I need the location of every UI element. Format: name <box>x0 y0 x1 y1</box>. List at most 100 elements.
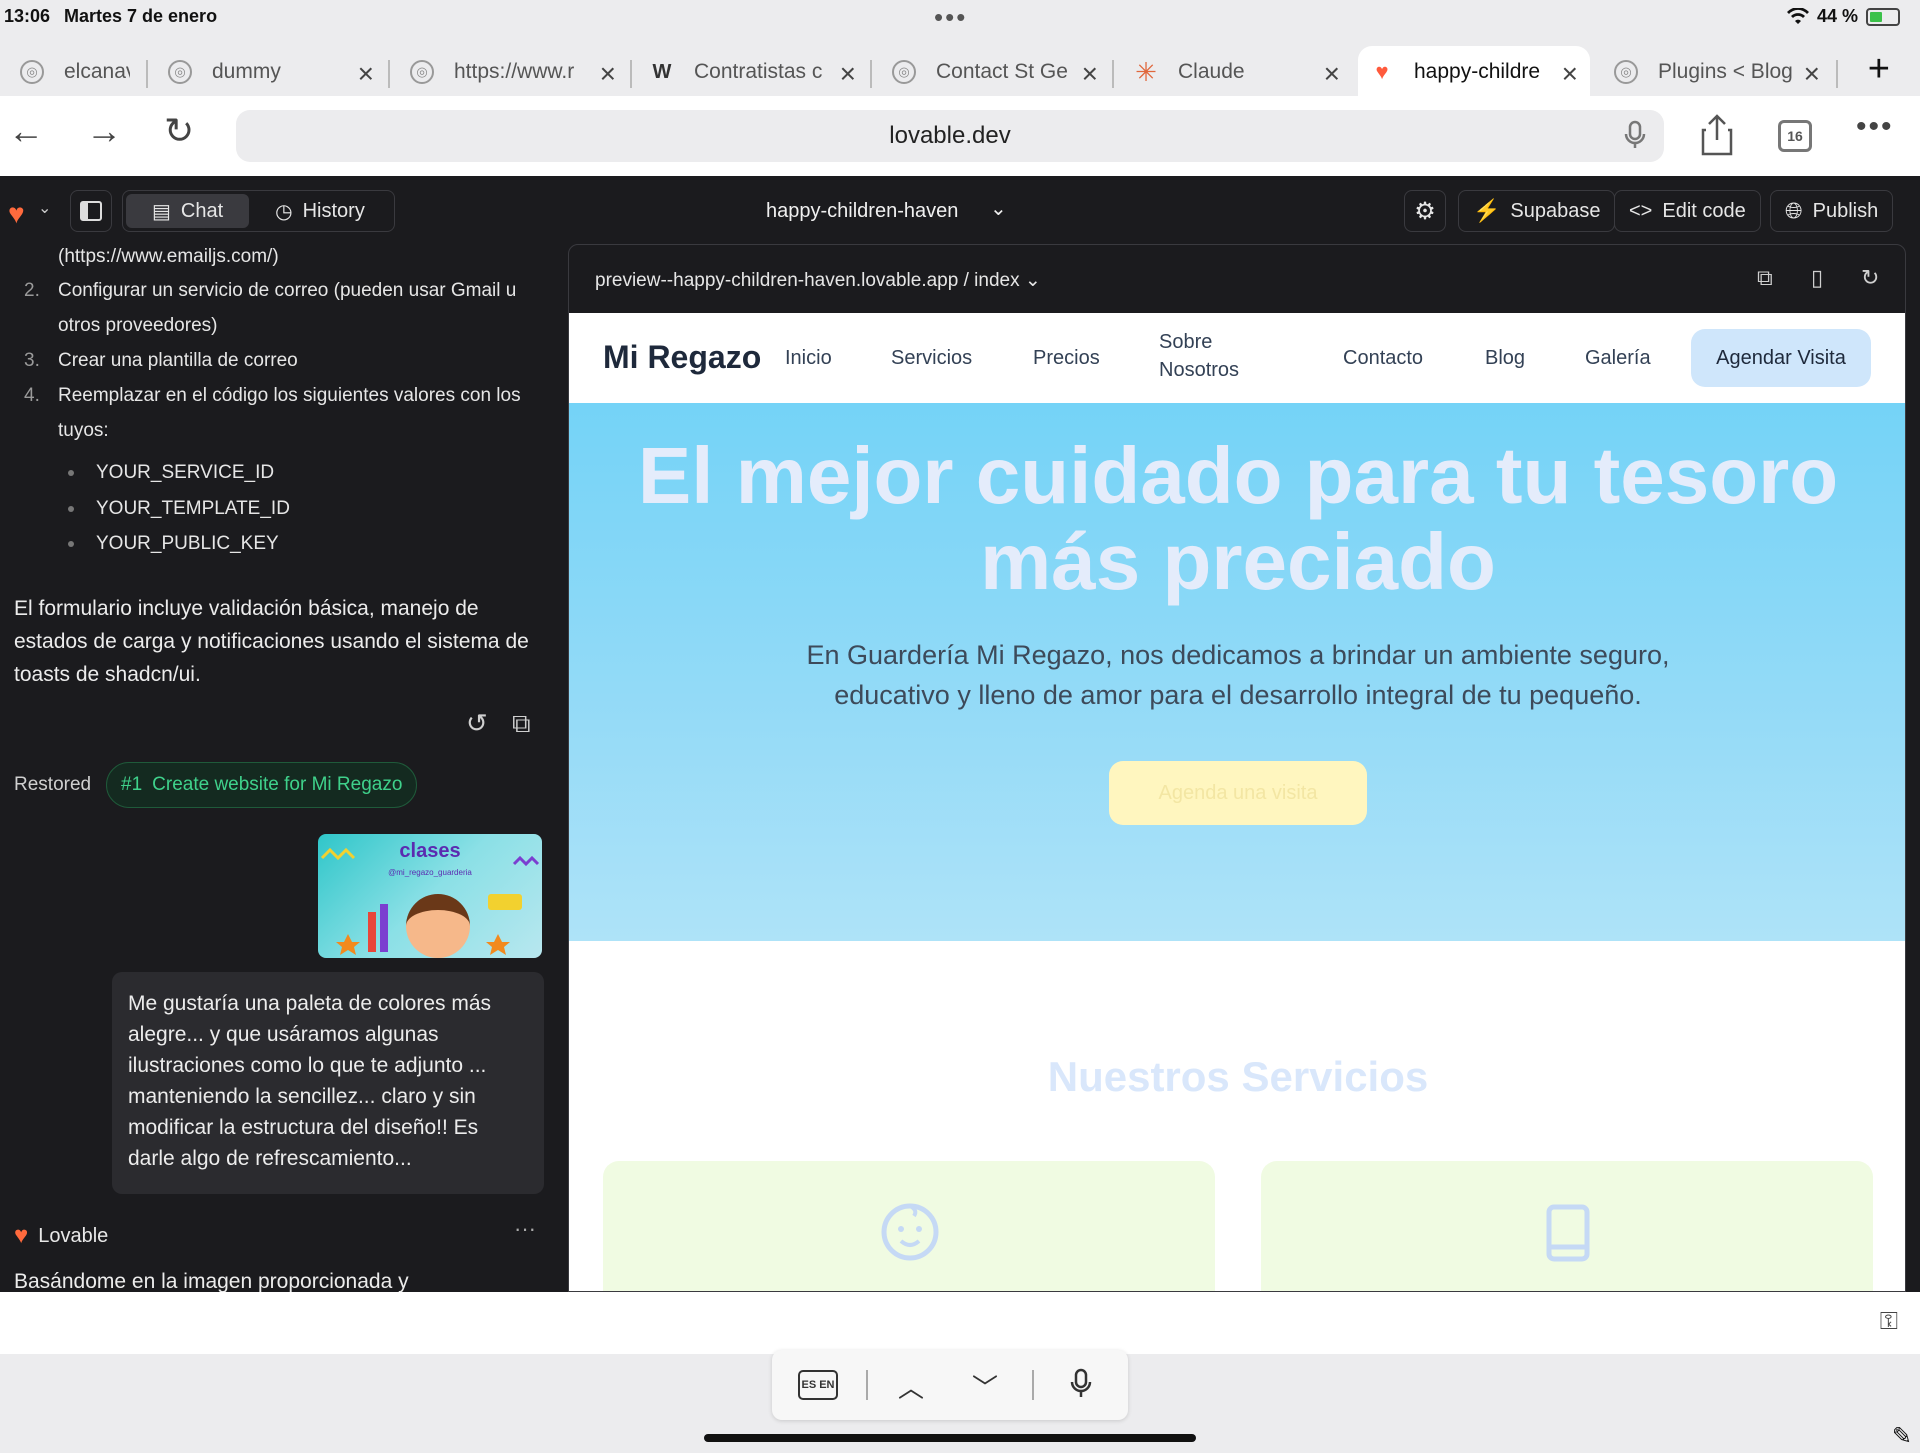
external-link-icon[interactable]: ⧉ <box>512 708 531 740</box>
tab-2[interactable]: ◎ https://www.r × <box>410 46 616 98</box>
tab-divider <box>1112 60 1114 88</box>
tab-4[interactable]: ◎ Contact St Ge × <box>892 46 1098 98</box>
mobile-view-icon[interactable]: ▯ <box>1811 265 1823 291</box>
services-title: Nuestros Servicios <box>1047 1053 1429 1100</box>
tab-6-active[interactable]: ♥ happy-childre × <box>1358 46 1590 98</box>
status-bar: 13:06 Martes 7 de enero ••• 44 % <box>0 0 1920 34</box>
restored-version-pill[interactable]: #1 Create website for Mi Regazo <box>106 762 418 808</box>
site-navbar: Mi Regazo Inicio Servicios Precios Sobre… <box>569 313 1905 403</box>
close-icon[interactable]: × <box>1082 58 1098 90</box>
close-icon[interactable]: × <box>1804 58 1820 90</box>
open-external-icon[interactable]: ⧉ <box>1757 265 1773 291</box>
service-card[interactable] <box>1261 1161 1873 1291</box>
hero-cta-button[interactable]: Agenda una visita <box>1109 761 1367 825</box>
tab-5[interactable]: ✳ Claude × <box>1134 46 1340 98</box>
supabase-bolt-icon: ⚡ <box>1473 198 1501 223</box>
nav-link-sobre[interactable]: Sobre <box>1159 331 1212 354</box>
project-name[interactable]: happy-children-haven <box>766 200 958 223</box>
reload-icon[interactable]: ↻ <box>164 110 194 152</box>
message-more-button[interactable]: ··· <box>514 1216 536 1242</box>
chat-tab-label: Chat <box>180 199 224 222</box>
tab-1[interactable]: ◎ dummy × <box>168 46 374 98</box>
user-message-bubble: Me gustaría una paleta de colores más al… <box>112 972 544 1194</box>
restored-title: Create website for Mi Regazo <box>152 774 403 795</box>
divider <box>1032 1370 1034 1400</box>
address-bar[interactable]: lovable.dev <box>236 110 1664 162</box>
status-time: 13:06 <box>4 6 51 26</box>
config-value: YOUR_PUBLIC_KEY <box>96 533 279 554</box>
step-text-cont: tuyos: <box>58 420 109 441</box>
microphone-icon[interactable] <box>1070 1368 1092 1400</box>
nav-link-precios[interactable]: Precios <box>1033 347 1100 370</box>
tab-0[interactable]: ◎ elcanav <box>20 46 130 98</box>
assistant-header: ♥ Lovable <box>14 1222 108 1250</box>
restored-number: #1 <box>121 774 143 795</box>
nav-link-galeria[interactable]: Galería <box>1585 347 1651 370</box>
tab-7[interactable]: ◎ Plugins < Blog × <box>1614 46 1820 98</box>
schedule-visit-button[interactable]: Agendar Visita <box>1691 329 1871 387</box>
preview-route-selector[interactable]: preview--happy-children-haven.lovable.ap… <box>595 269 1041 292</box>
status-date: Martes 7 de enero <box>64 6 218 26</box>
refresh-icon[interactable]: ↻ <box>1861 265 1879 291</box>
lovable-logo-icon[interactable]: ♥ <box>8 198 25 230</box>
publish-label: Publish <box>1812 199 1879 222</box>
nav-link-blog[interactable]: Blog <box>1485 347 1525 370</box>
close-icon[interactable]: × <box>840 58 856 90</box>
chevron-up-icon[interactable]: ︿ <box>898 1368 924 1405</box>
edit-code-button[interactable]: <> Edit code <box>1614 190 1761 232</box>
chevron-down-icon[interactable]: ⌄ <box>990 196 1007 221</box>
step-number: 2. <box>24 280 40 301</box>
site-brand[interactable]: Mi Regazo <box>603 339 761 376</box>
wifi-icon <box>1786 7 1809 24</box>
restore-icon[interactable]: ↺ <box>466 708 488 739</box>
nav-link-nosotros[interactable]: Nosotros <box>1159 359 1239 382</box>
chevron-down-icon[interactable]: ⌄ <box>38 198 51 218</box>
tab-label: Contratistas c <box>694 60 823 83</box>
chevron-down-icon[interactable]: ﹀ <box>972 1368 998 1405</box>
share-icon[interactable] <box>1700 114 1734 156</box>
home-indicator[interactable] <box>704 1434 1196 1442</box>
tab-count-button[interactable]: 16 <box>1778 120 1812 152</box>
attached-image[interactable]: clases @mi_regazo_guarderia <box>318 834 542 958</box>
new-tab-plus-icon[interactable]: + <box>1868 48 1890 91</box>
language-switch-button[interactable]: ES EN <box>798 1370 838 1400</box>
tab-label: https://www.r <box>454 60 575 83</box>
step-text: Configurar un servicio de correo (pueden… <box>58 280 517 301</box>
more-menu-icon[interactable]: ••• <box>1856 110 1894 144</box>
key-icon[interactable]: ⚿ <box>1880 1308 1898 1336</box>
battery-percent: 44 % <box>1816 6 1858 26</box>
pencil-icon[interactable]: ✎ <box>1892 1422 1912 1451</box>
nav-link-inicio[interactable]: Inicio <box>785 347 832 370</box>
tab-3[interactable]: W Contratistas c × <box>650 46 856 98</box>
sidebar-icon <box>80 201 102 221</box>
settings-button[interactable]: ⚙ <box>1404 190 1446 232</box>
bullet <box>68 470 74 476</box>
close-icon[interactable]: × <box>600 58 616 90</box>
service-card[interactable] <box>603 1161 1215 1291</box>
microphone-icon[interactable] <box>1624 120 1646 150</box>
chat-tab[interactable]: ▤ Chat <box>126 194 250 228</box>
close-icon[interactable]: × <box>1324 58 1340 90</box>
back-arrow-icon[interactable]: ← <box>8 110 44 152</box>
divider <box>866 1370 868 1400</box>
preview-separator: / <box>963 270 969 291</box>
supabase-button[interactable]: ⚡ Supabase <box>1458 190 1616 232</box>
forward-arrow-icon[interactable]: → <box>86 110 122 152</box>
history-tab-label: History <box>302 199 365 222</box>
preview-url: preview--happy-children-haven.lovable.ap… <box>595 270 959 291</box>
sidebar-toggle-button[interactable] <box>70 190 112 232</box>
tab-divider <box>870 60 872 88</box>
close-icon[interactable]: × <box>358 58 374 90</box>
close-icon[interactable]: × <box>1562 58 1578 90</box>
nav-link-servicios[interactable]: Servicios <box>891 347 972 370</box>
multitasking-dots-icon[interactable]: ••• <box>934 2 967 33</box>
gear-icon: ⚙ <box>1414 197 1436 225</box>
history-tab[interactable]: ◷ History <box>249 194 391 228</box>
globe-icon: ◎ <box>410 60 434 84</box>
lovable-app: ♥ ⌄ ▤ Chat ◷ History happy-children-have… <box>0 176 1920 1292</box>
nav-link-contacto[interactable]: Contacto <box>1343 347 1423 370</box>
chat-panel: (https://www.emailjs.com/) 2. Configurar… <box>0 244 568 1292</box>
site-preview: Mi Regazo Inicio Servicios Precios Sobre… <box>569 313 1905 1291</box>
webflow-icon: W <box>652 60 672 83</box>
publish-button[interactable]: 🌐︎ Publish <box>1770 190 1894 232</box>
